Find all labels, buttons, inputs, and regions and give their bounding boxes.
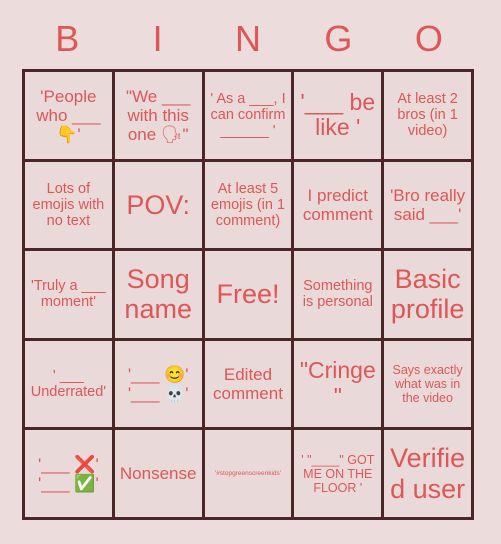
- bingo-cell-text: Free!: [216, 279, 280, 310]
- bingo-cell-o5[interactable]: Verified user: [384, 430, 471, 517]
- header-letter-o: O: [414, 18, 443, 59]
- bingo-cell-text: Lots of emojis with no text: [32, 180, 105, 229]
- bingo-cell-text: "We ___ with this one 🗣": [126, 86, 191, 144]
- bingo-cell-text: I predict comment: [302, 185, 373, 224]
- bingo-cell-g1[interactable]: '___ be like ': [294, 72, 382, 159]
- bingo-cell-text: ' As a ___, I can confirm ______ ': [210, 90, 286, 140]
- bingo-cell-text: Nonsense: [119, 464, 197, 484]
- bingo-cell-i4[interactable]: '___ 😊' '___ 💀': [114, 340, 202, 428]
- bingo-cell-text: '___ be like ': [300, 88, 376, 141]
- bingo-cell-b1[interactable]: 'People who ___ 👇': [25, 72, 112, 159]
- bingo-cell-text: Says exactly what was in the video: [392, 363, 463, 406]
- bingo-cell-text: '___ 😊' '___ 💀': [127, 365, 189, 404]
- bingo-cell-text: ' "____" GOT ME ON THE FLOOR ': [301, 452, 375, 495]
- bingo-cell-g5[interactable]: ' "____" GOT ME ON THE FLOOR ': [294, 430, 382, 517]
- bingo-cell-text: Basic profile: [390, 264, 465, 325]
- bingo-cell-text: At least 2 bros (in 1 video): [397, 90, 458, 140]
- bingo-cell-g3[interactable]: Something is personal: [294, 251, 382, 338]
- bingo-cell-g2[interactable]: I predict comment: [294, 161, 382, 249]
- header-letter-i: I: [152, 18, 163, 59]
- bingo-cell-text: Verified user: [390, 443, 466, 504]
- bingo-cell-i5[interactable]: Nonsense: [114, 430, 202, 517]
- header-letter-b: B: [55, 18, 80, 59]
- bingo-cell-text: '#stopgreenscreenkids': [214, 470, 282, 478]
- bingo-cell-text: '___ ❌' '___ ✅': [38, 454, 99, 493]
- bingo-cell-text: POV:: [126, 189, 190, 220]
- bingo-cell-i1[interactable]: "We ___ with this one 🗣": [114, 72, 202, 159]
- bingo-cell-text: 'Bro really said ___': [390, 185, 466, 224]
- bingo-header: B I N G O: [22, 14, 474, 64]
- bingo-cell-text: Edited comment: [213, 365, 283, 404]
- bingo-cell-b5[interactable]: '___ ❌' '___ ✅': [25, 430, 112, 517]
- bingo-cell-free-space[interactable]: Free!: [204, 251, 292, 338]
- bingo-cell-g4[interactable]: "Cringe": [294, 340, 382, 428]
- bingo-cell-text: "Cringe": [299, 357, 376, 410]
- bingo-cell-i2[interactable]: POV:: [114, 161, 202, 249]
- bingo-cell-text: Something is personal: [302, 278, 373, 311]
- bingo-cell-text: ' ___ Underrated': [30, 367, 107, 401]
- bingo-cell-b3[interactable]: 'Truly a ___ moment': [25, 251, 112, 338]
- bingo-cell-n5[interactable]: '#stopgreenscreenkids': [204, 430, 292, 517]
- header-letter-n: N: [235, 18, 262, 59]
- bingo-cell-o4[interactable]: Says exactly what was in the video: [384, 340, 471, 428]
- bingo-cell-text: Song name: [124, 264, 192, 325]
- bingo-cell-text: At least 5 emojis (in 1 comment): [210, 180, 286, 229]
- bingo-card: B I N G O 'People who ___ 👇' "We ___ wit…: [0, 0, 501, 544]
- bingo-cell-text: 'People who ___ 👇': [36, 86, 101, 144]
- bingo-cell-b2[interactable]: Lots of emojis with no text: [25, 161, 112, 249]
- header-letter-g: G: [324, 18, 353, 59]
- bingo-cell-o1[interactable]: At least 2 bros (in 1 video): [384, 72, 471, 159]
- bingo-cell-o3[interactable]: Basic profile: [384, 251, 471, 338]
- bingo-cell-n1[interactable]: ' As a ___, I can confirm ______ ': [204, 72, 292, 159]
- bingo-cell-n2[interactable]: At least 5 emojis (in 1 comment): [204, 161, 292, 249]
- bingo-cell-b4[interactable]: ' ___ Underrated': [25, 340, 112, 428]
- bingo-cell-o2[interactable]: 'Bro really said ___': [384, 161, 471, 249]
- bingo-cell-n4[interactable]: Edited comment: [204, 340, 292, 428]
- bingo-cell-text: 'Truly a ___ moment': [31, 278, 106, 311]
- bingo-cell-i3[interactable]: Song name: [114, 251, 202, 338]
- bingo-grid: 'People who ___ 👇' "We ___ with this one…: [22, 69, 474, 520]
